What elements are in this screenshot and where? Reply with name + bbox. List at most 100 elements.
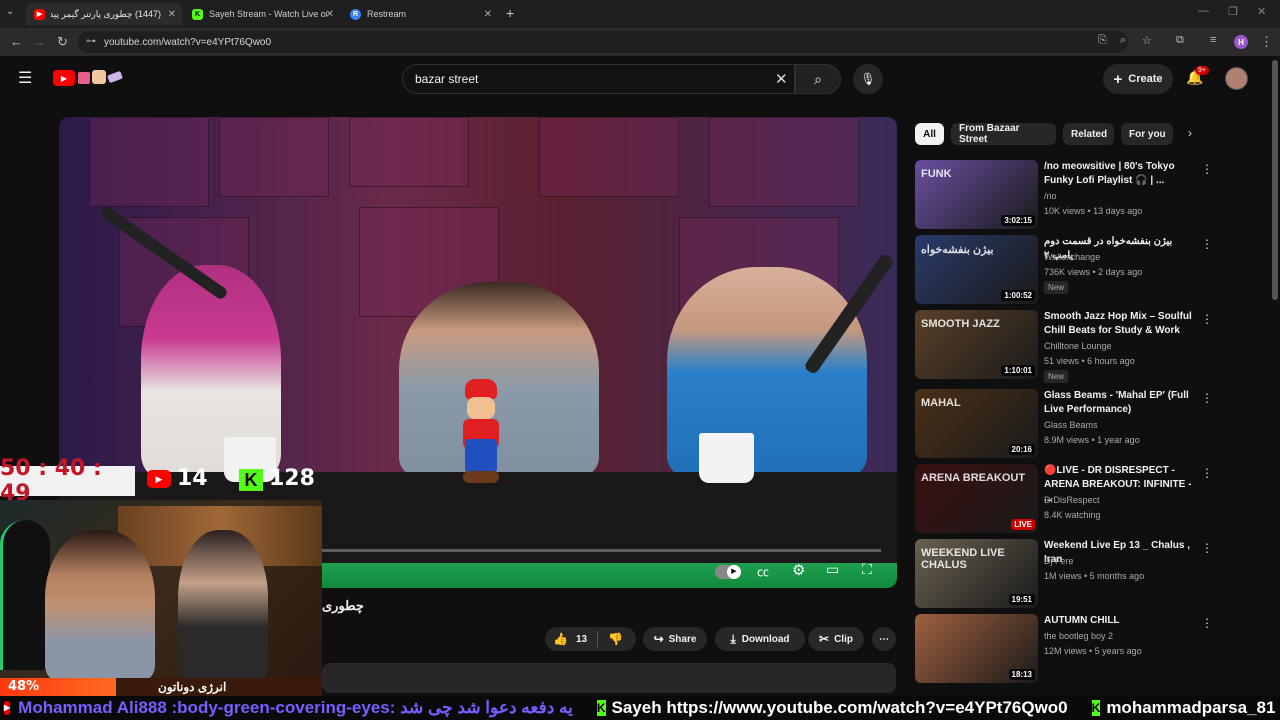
page-scrollbar[interactable] bbox=[1272, 60, 1278, 300]
media-controls-icon[interactable]: ≡ bbox=[1210, 34, 1216, 46]
video-meta: 8.4K watching bbox=[1044, 510, 1101, 520]
youtube-logo-icon[interactable]: ▶ bbox=[53, 70, 75, 86]
recommended-video[interactable]: 18:13 AUTUMN CHILL the bootleg boy 2 12M… bbox=[915, 614, 1215, 684]
install-app-icon[interactable]: ⎘ bbox=[1098, 34, 1107, 47]
video-duration: 1:10:01 bbox=[1001, 365, 1035, 376]
create-button[interactable]: + Create bbox=[1103, 64, 1173, 94]
tab-list-icon[interactable]: ⌄ bbox=[6, 6, 14, 17]
new-tab-icon[interactable]: + bbox=[506, 5, 514, 21]
chip-from-bazaar-street[interactable]: From Bazaar Street bbox=[951, 123, 1056, 145]
recommended-video[interactable]: WEEKEND LIVE CHALUS 19:51 Weekend Live E… bbox=[915, 539, 1215, 609]
back-icon[interactable]: ← bbox=[10, 34, 23, 49]
video-thumbnail[interactable]: 18:13 bbox=[915, 614, 1038, 683]
reload-icon[interactable]: ↻ bbox=[57, 34, 68, 50]
video-thumbnail[interactable]: FUNK 3:02:15 bbox=[915, 160, 1038, 229]
video-title[interactable]: AUTUMN CHILL bbox=[1044, 614, 1196, 628]
captions-icon[interactable]: ㏄ bbox=[757, 563, 769, 580]
more-options-icon[interactable]: ⋮ bbox=[1201, 237, 1213, 251]
video-thumbnail[interactable]: ARENA BREAKOUT LIVE bbox=[915, 464, 1038, 533]
fullscreen-icon[interactable]: ⛶ bbox=[862, 561, 872, 578]
chip-for-you[interactable]: For you bbox=[1121, 123, 1173, 145]
youtube-header: ☰ ▶ bazar street ✕ ⌕ 🎙 + Create 🔔 9+ bbox=[0, 56, 1280, 102]
theater-mode-icon[interactable]: ▭ bbox=[826, 561, 839, 578]
video-title[interactable]: /no meowsitive | 80's Tokyo Funky Lofi P… bbox=[1044, 160, 1196, 188]
recommended-video[interactable]: FUNK 3:02:15 /no meowsitive | 80's Tokyo… bbox=[915, 160, 1215, 230]
like-count[interactable]: 13 bbox=[576, 634, 587, 645]
channel-name[interactable]: the bootleg boy 2 bbox=[1044, 631, 1113, 641]
forward-icon[interactable]: → bbox=[33, 34, 46, 49]
live-badge: LIVE bbox=[1011, 519, 1035, 530]
download-button[interactable]: ⤓ Download bbox=[715, 627, 805, 651]
close-tab-icon[interactable]: ✕ bbox=[326, 9, 334, 20]
close-tab-icon[interactable]: ✕ bbox=[168, 9, 176, 20]
settings-gear-icon[interactable]: ⚙ bbox=[792, 561, 805, 579]
more-actions-button[interactable]: ⋯ bbox=[872, 627, 896, 651]
minimize-icon[interactable]: — bbox=[1198, 5, 1209, 17]
chevron-right-icon[interactable]: › bbox=[1188, 126, 1192, 140]
tab-restream[interactable]: R Restream ✕ bbox=[342, 3, 498, 25]
video-thumbnail[interactable]: MAHAL 20:16 bbox=[915, 389, 1038, 458]
more-options-icon[interactable]: ⋮ bbox=[1201, 616, 1213, 630]
close-window-icon[interactable]: ✕ bbox=[1257, 5, 1266, 18]
channel-name[interactable]: /no bbox=[1044, 191, 1057, 201]
search-input[interactable]: bazar street ✕ bbox=[402, 64, 795, 94]
tab-label: Sayeh Stream - Watch Live on K bbox=[209, 9, 327, 19]
autoplay-toggle[interactable]: ▶ bbox=[715, 565, 741, 579]
browser-tab-bar: ⌄ ▶ (1447) چطوری پارتنر گیمر پیدا کنیم ✕… bbox=[0, 0, 1280, 28]
share-button[interactable]: ↪ Share bbox=[643, 627, 707, 651]
video-progress-bar[interactable] bbox=[321, 549, 881, 552]
like-icon[interactable]: 👍 bbox=[553, 632, 568, 646]
site-info-icon[interactable]: ⊶ bbox=[86, 36, 96, 47]
more-options-icon[interactable]: ⋮ bbox=[1201, 541, 1213, 555]
video-thumbnail[interactable]: بیژن بنفشه‌خواه 1:00:52 bbox=[915, 235, 1038, 304]
hamburger-menu-icon[interactable]: ☰ bbox=[18, 68, 32, 88]
guest-person bbox=[178, 530, 268, 678]
close-tab-icon[interactable]: ✕ bbox=[484, 9, 492, 20]
more-dots-icon: ⋯ bbox=[879, 633, 889, 645]
search-query-text: bazar street bbox=[415, 72, 479, 86]
tab-kick[interactable]: K Sayeh Stream - Watch Live on K ✕ bbox=[184, 3, 340, 25]
maximize-icon[interactable]: ❐ bbox=[1228, 5, 1238, 18]
channel-name[interactable]: Wallexchange bbox=[1044, 252, 1100, 262]
extensions-icon[interactable]: ⧉ bbox=[1176, 34, 1184, 47]
recommended-video[interactable]: بیژن بنفشه‌خواه 1:00:52 بیژن بنفشه‌خواه … bbox=[915, 235, 1215, 305]
tab-youtube[interactable]: ▶ (1447) چطوری پارتنر گیمر پیدا کنیم ✕ bbox=[26, 3, 182, 25]
zoom-icon[interactable]: ⌕ bbox=[1120, 34, 1126, 47]
channel-name[interactable]: DrDisRespect bbox=[1044, 495, 1100, 505]
search-icon: ⌕ bbox=[814, 70, 822, 87]
video-thumbnail[interactable]: SMOOTH JAZZ 1:10:01 bbox=[915, 310, 1038, 379]
browser-menu-icon[interactable]: ⋮ bbox=[1260, 34, 1273, 50]
recommended-video[interactable]: MAHAL 20:16 Glass Beams - 'Mahal EP' (Fu… bbox=[915, 389, 1215, 459]
green-banner bbox=[321, 563, 897, 588]
streamer-webcam bbox=[0, 500, 322, 678]
clip-button[interactable]: ✂ Clip bbox=[808, 627, 864, 651]
recommended-video[interactable]: SMOOTH JAZZ 1:10:01 Smooth Jazz Hop Mix … bbox=[915, 310, 1215, 383]
voice-search-button[interactable]: 🎙 bbox=[853, 64, 883, 94]
dislike-icon[interactable]: 👎 bbox=[608, 632, 623, 646]
more-options-icon[interactable]: ⋮ bbox=[1201, 391, 1213, 405]
channel-name[interactable]: Chilltone Lounge bbox=[1044, 341, 1112, 351]
video-title[interactable]: Smooth Jazz Hop Mix – Soulful Chill Beat… bbox=[1044, 310, 1196, 338]
video-title[interactable]: Glass Beams - 'Mahal EP' (Full Live Perf… bbox=[1044, 389, 1196, 417]
video-thumbnail[interactable]: WEEKEND LIVE CHALUS 19:51 bbox=[915, 539, 1038, 608]
url-field[interactable]: ⊶ youtube.com/watch?v=e4YPt76Qwo0 bbox=[78, 31, 1128, 53]
chip-all[interactable]: All bbox=[915, 123, 944, 145]
download-label: Download bbox=[741, 633, 790, 645]
chip-related[interactable]: Related bbox=[1063, 123, 1114, 145]
more-options-icon[interactable]: ⋮ bbox=[1201, 466, 1213, 480]
doodle-logo-icon[interactable] bbox=[78, 70, 124, 86]
profile-avatar[interactable]: H bbox=[1234, 35, 1248, 49]
clear-search-icon[interactable]: ✕ bbox=[775, 70, 788, 88]
bookmark-star-icon[interactable]: ☆ bbox=[1142, 34, 1152, 47]
search-button[interactable]: ⌕ bbox=[795, 64, 841, 94]
video-duration: 3:02:15 bbox=[1001, 215, 1035, 226]
channel-name[interactable]: Glass Beams bbox=[1044, 420, 1098, 430]
description-box[interactable] bbox=[322, 663, 896, 693]
more-options-icon[interactable]: ⋮ bbox=[1201, 162, 1213, 176]
recommended-video[interactable]: ARENA BREAKOUT LIVE 🔴LIVE - DR DISRESPEC… bbox=[915, 464, 1215, 534]
channel-name[interactable]: Dj Fere bbox=[1044, 556, 1074, 566]
kick-viewers-icon: K bbox=[239, 469, 263, 491]
video-meta: 1M views • 5 months ago bbox=[1044, 571, 1145, 581]
more-options-icon[interactable]: ⋮ bbox=[1201, 312, 1213, 326]
account-avatar[interactable] bbox=[1225, 67, 1248, 90]
